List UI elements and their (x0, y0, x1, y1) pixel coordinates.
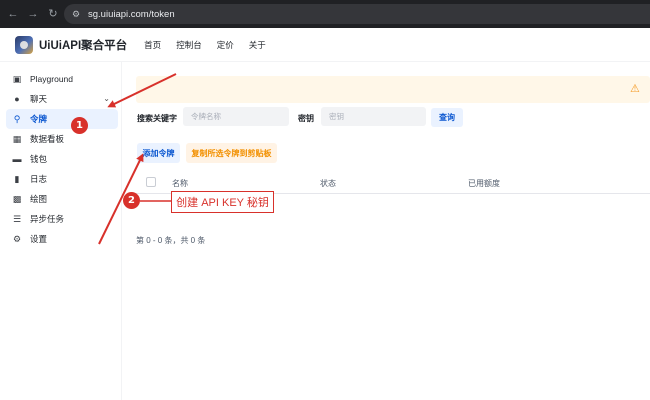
sidebar-item-label: 日志 (30, 174, 48, 184)
sidebar-item-label: Playground (30, 74, 74, 84)
column-name[interactable]: 名称 (172, 178, 188, 189)
sidebar-item-settings[interactable]: ⚙ 设置 (6, 229, 118, 249)
key-search-input[interactable] (321, 107, 426, 126)
main-content: ⚠ 搜索关键字 密钥 查询 添加令牌 复制所选令牌到剪贴板 名称 状态 已用额度… (122, 62, 650, 400)
address-bar[interactable]: ⚙ sg.uiuiapi.com/token (64, 4, 650, 24)
add-token-button[interactable]: 添加令牌 (137, 143, 180, 163)
copy-tokens-button[interactable]: 复制所选令牌到剪贴板 (186, 143, 277, 163)
nav-console[interactable]: 控制台 (176, 39, 202, 51)
notice-banner: ⚠ (136, 76, 650, 103)
select-all-checkbox[interactable] (146, 177, 156, 187)
sidebar-item-label: 绘图 (30, 194, 48, 204)
keyword-label: 搜索关键字 (137, 114, 177, 123)
nav-home[interactable]: 首页 (144, 39, 161, 51)
sidebar-item-label: 钱包 (30, 154, 48, 164)
sidebar-item-playground[interactable]: ▣ Playground (6, 69, 118, 89)
browser-toolbar: ← → ↻ ⚙ sg.uiuiapi.com/token (0, 0, 650, 28)
dashboard-icon: ▦ (12, 134, 22, 144)
nav-about[interactable]: 关于 (249, 39, 266, 51)
brand-name[interactable]: UiUiAPI聚合平台 (39, 37, 127, 53)
chevron-down-icon[interactable]: ⌄ (103, 94, 110, 103)
back-icon[interactable]: ← (6, 7, 20, 21)
step-2-badge: 2 (123, 192, 140, 209)
sidebar-item-label: 数据看板 (30, 134, 65, 144)
sidebar-item-label: 设置 (30, 234, 48, 244)
step-1-badge: 1 (71, 117, 88, 134)
task-list-icon: ☰ (12, 214, 22, 224)
warning-icon: ⚠ (630, 83, 640, 95)
forward-icon[interactable]: → (26, 7, 40, 21)
sidebar-item-tokens[interactable]: ⚲ 令牌 (6, 109, 118, 129)
key-icon: ⚲ (13, 114, 21, 124)
url-text: sg.uiuiapi.com/token (88, 8, 175, 20)
sidebar-item-label: 聊天 (30, 94, 48, 104)
sidebar-item-dashboard[interactable]: ▦ 数据看板 (6, 129, 118, 149)
sidebar-item-label: 令牌 (30, 114, 48, 124)
image-icon: ▩ (12, 194, 22, 204)
column-used-quota[interactable]: 已用额度 (468, 178, 500, 189)
app-header: UiUiAPI聚合平台 首页 控制台 定价 关于 (0, 28, 650, 62)
reload-icon[interactable]: ↻ (46, 7, 60, 21)
wallet-icon: ▬ (12, 154, 22, 164)
key-label: 密钥 (298, 114, 314, 123)
top-nav: 首页 控制台 定价 关于 (144, 39, 281, 51)
nav-pricing[interactable]: 定价 (217, 39, 234, 51)
sidebar-item-chat[interactable]: ● 聊天 ⌄ (6, 89, 118, 109)
sidebar-item-async-tasks[interactable]: ☰ 异步任务 (6, 209, 118, 229)
sidebar-item-label: 异步任务 (30, 214, 65, 224)
sidebar: ▣ Playground ● 聊天 ⌄ ⚲ 令牌 ▦ 数据看板 ▬ 钱包 ▮ 日… (0, 62, 122, 400)
query-button[interactable]: 查询 (431, 108, 463, 127)
pagination-summary: 第 0 - 0 条，共 0 条 (136, 236, 206, 245)
bar-chart-icon: ▮ (14, 174, 20, 184)
keyword-search-input[interactable] (183, 107, 289, 126)
callout-create-api-key: 创建 API KEY 秘钥 (171, 191, 274, 213)
brand-logo[interactable] (15, 35, 33, 54)
sidebar-item-wallet[interactable]: ▬ 钱包 (6, 149, 118, 169)
site-info-icon[interactable]: ⚙ (72, 9, 82, 19)
column-status[interactable]: 状态 (320, 178, 336, 189)
chat-square-icon: ▣ (12, 74, 22, 84)
gear-icon: ⚙ (12, 234, 22, 244)
chat-bubble-icon: ● (14, 94, 20, 104)
sidebar-item-logs[interactable]: ▮ 日志 (6, 169, 118, 189)
sidebar-item-drawing[interactable]: ▩ 绘图 (6, 189, 118, 209)
